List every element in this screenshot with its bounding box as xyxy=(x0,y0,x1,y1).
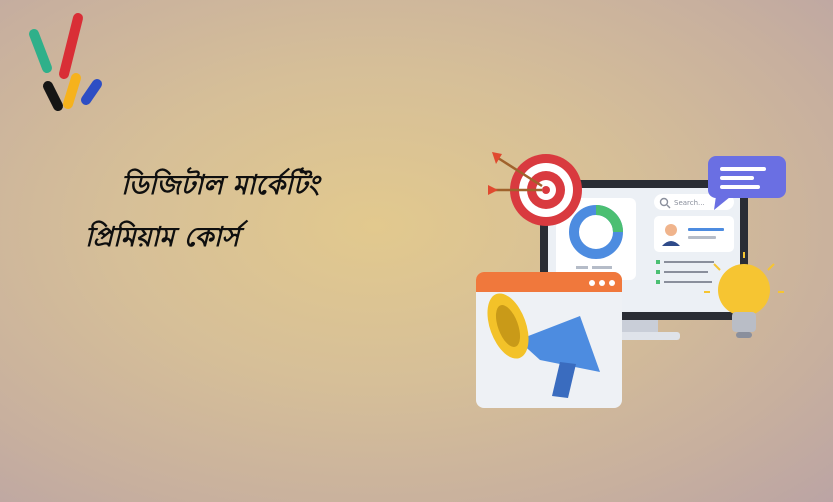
headline-line-2: প্রিমিয়াম কোর্স xyxy=(85,222,240,253)
marketing-illustration: Search... xyxy=(476,152,786,408)
headline-line-1: ডিজিটাল মার্কেটিং xyxy=(121,170,320,201)
search-placeholder: Search... xyxy=(674,199,705,207)
target-icon xyxy=(488,152,582,226)
brand-logo xyxy=(29,13,102,111)
megaphone-icon xyxy=(476,272,622,408)
user-card-icon xyxy=(654,216,734,252)
